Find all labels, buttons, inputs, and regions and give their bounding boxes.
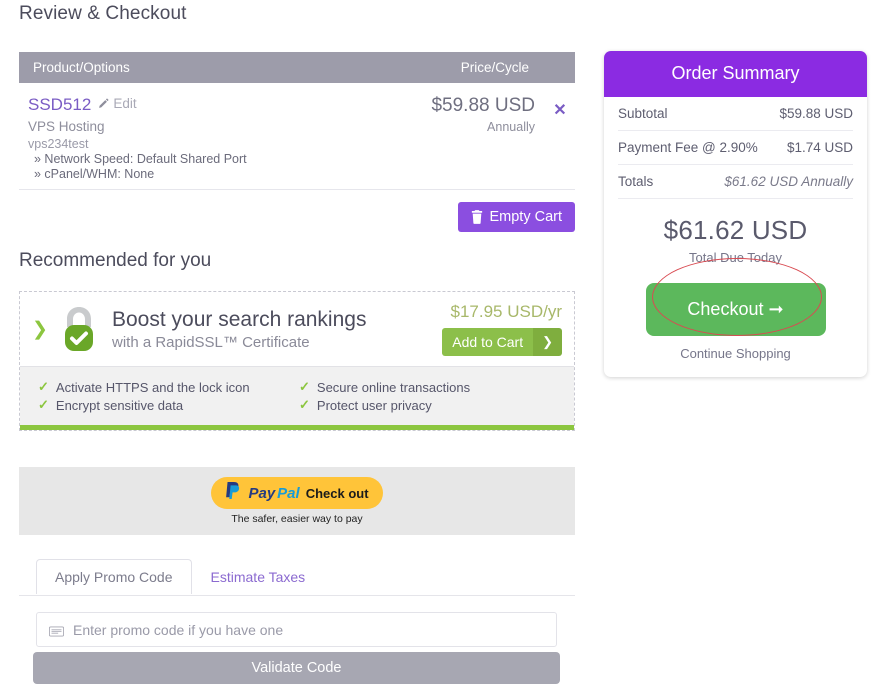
cart-table-header: Product/Options Price/Cycle <box>19 52 575 83</box>
column-header-product: Product/Options <box>33 60 411 75</box>
page-title: Review & Checkout <box>19 3 187 25</box>
cart-item-option: » Network Speed: Default Shared Port <box>28 152 360 166</box>
cart-item-group: VPS Hosting <box>28 119 360 134</box>
summary-label: Subtotal <box>618 106 668 121</box>
cart-item-cycle: Annually <box>360 120 535 134</box>
empty-cart-button[interactable]: Empty Cart <box>458 202 575 232</box>
cart-item-option: » cPanel/WHM: None <box>28 167 360 181</box>
cart-item-domain: vps234test <box>28 137 360 151</box>
summary-value: $59.88 USD <box>779 106 853 121</box>
feature-item: ✓ Secure online transactions <box>299 379 560 395</box>
arrow-right-icon: ➞ <box>768 299 783 319</box>
total-due-amount: $61.62 USD <box>618 215 853 246</box>
empty-cart-label: Empty Cart <box>489 209 562 225</box>
checkout-page: Review & Checkout Product/Options Price/… <box>0 0 873 688</box>
paypal-tagline: The safer, easier way to pay <box>231 513 362 525</box>
add-to-cart-button[interactable]: Add to Cart ❯ <box>442 328 562 356</box>
add-to-cart-label: Add to Cart <box>442 328 533 356</box>
table-row: SSD512 Edit VPS Hosting vps234test » Net… <box>19 83 575 190</box>
check-icon: ✓ <box>299 379 310 395</box>
chevron-down-icon[interactable]: ❯ <box>26 318 54 341</box>
continue-shopping-link[interactable]: Continue Shopping <box>618 346 853 361</box>
chevron-right-icon: ❯ <box>533 328 562 356</box>
validate-code-button[interactable]: Validate Code <box>33 652 560 684</box>
empty-cart-row: Empty Cart <box>19 202 575 232</box>
feature-label: Activate HTTPS and the lock icon <box>56 380 250 395</box>
column-header-price: Price/Cycle <box>411 60 561 75</box>
feature-label: Secure online transactions <box>317 380 470 395</box>
cart-item-name-line: SSD512 Edit <box>28 95 360 115</box>
recommended-product-card: ❯ Boost your search rankings with a Rapi… <box>19 291 575 431</box>
check-icon: ✓ <box>299 397 310 413</box>
promo-code-input[interactable]: Enter promo code if you have one <box>36 612 557 647</box>
recommended-price-area: $17.95 USD/yr Add to Cart ❯ <box>427 302 562 356</box>
recommended-headline: Boost your search rankings <box>112 308 427 332</box>
ticket-icon <box>49 624 64 635</box>
cart-item-price: $59.88 USD <box>360 95 535 117</box>
promo-tabs: Apply Promo Code Estimate Taxes <box>36 559 575 593</box>
tab-apply-promo-code[interactable]: Apply Promo Code <box>36 559 192 594</box>
cart-item-details: SSD512 Edit VPS Hosting vps234test » Net… <box>19 95 360 181</box>
pencil-icon <box>97 97 110 110</box>
summary-value: $1.74 USD <box>787 140 853 155</box>
features-column-right: ✓ Secure online transactions ✓ Protect u… <box>299 377 560 415</box>
feature-label: Encrypt sensitive data <box>56 398 183 413</box>
feature-item: ✓ Protect user privacy <box>299 397 560 413</box>
paypal-p-icon <box>225 481 242 505</box>
paypal-brand-pal: Pal <box>277 485 300 502</box>
promo-code-placeholder: Enter promo code if you have one <box>73 622 283 638</box>
paypal-checkout-area: PayPal Check out The safer, easier way t… <box>19 467 575 535</box>
tab-estimate-taxes[interactable]: Estimate Taxes <box>192 559 325 594</box>
order-summary-panel: Order Summary Subtotal $59.88 USD Paymen… <box>604 51 867 377</box>
paypal-brand-pay: Pay <box>248 485 275 502</box>
summary-value: $61.62 USD Annually <box>724 174 853 189</box>
paypal-checkout-label: Check out <box>306 486 369 501</box>
recommended-features: ✓ Activate HTTPS and the lock icon ✓ Enc… <box>20 366 574 425</box>
recommended-section-title: Recommended for you <box>19 250 211 272</box>
order-summary-title: Order Summary <box>604 51 867 97</box>
paypal-checkout-button[interactable]: PayPal Check out <box>211 477 382 509</box>
edit-item-link[interactable]: Edit <box>97 96 136 111</box>
summary-row-payment-fee: Payment Fee @ 2.90% $1.74 USD <box>618 131 853 165</box>
lock-check-icon <box>54 305 104 353</box>
summary-label: Payment Fee @ 2.90% <box>618 140 758 155</box>
summary-row-totals: Totals $61.62 USD Annually <box>618 165 853 199</box>
check-icon: ✓ <box>38 397 49 413</box>
total-due-caption: Total Due Today <box>618 250 853 265</box>
recommended-price: $17.95 USD/yr <box>427 302 562 322</box>
trash-icon <box>471 210 483 224</box>
feature-label: Protect user privacy <box>317 398 432 413</box>
cart-table: Product/Options Price/Cycle SSD512 Edit … <box>19 52 575 190</box>
edit-item-label: Edit <box>113 96 136 111</box>
recommended-subhead: with a RapidSSL™ Certificate <box>112 334 427 351</box>
recommended-accent-bar <box>20 425 574 430</box>
checkout-label: Checkout <box>687 299 763 319</box>
order-summary-body: Subtotal $59.88 USD Payment Fee @ 2.90% … <box>604 97 867 377</box>
recommended-card-main: ❯ Boost your search rankings with a Rapi… <box>20 292 574 366</box>
remove-item-button[interactable]: ✕ <box>545 95 575 181</box>
feature-item: ✓ Encrypt sensitive data <box>38 397 299 413</box>
summary-row-subtotal: Subtotal $59.88 USD <box>618 97 853 131</box>
feature-item: ✓ Activate HTTPS and the lock icon <box>38 379 299 395</box>
summary-label: Totals <box>618 174 653 189</box>
checkout-button[interactable]: Checkout ➞ <box>646 283 826 336</box>
tabs-divider <box>19 595 575 596</box>
cart-item-price-cell: $59.88 USD Annually <box>360 95 545 181</box>
cart-item-name[interactable]: SSD512 <box>28 95 91 115</box>
check-icon: ✓ <box>38 379 49 395</box>
recommended-text: Boost your search rankings with a RapidS… <box>104 308 427 351</box>
features-column-left: ✓ Activate HTTPS and the lock icon ✓ Enc… <box>38 377 299 415</box>
